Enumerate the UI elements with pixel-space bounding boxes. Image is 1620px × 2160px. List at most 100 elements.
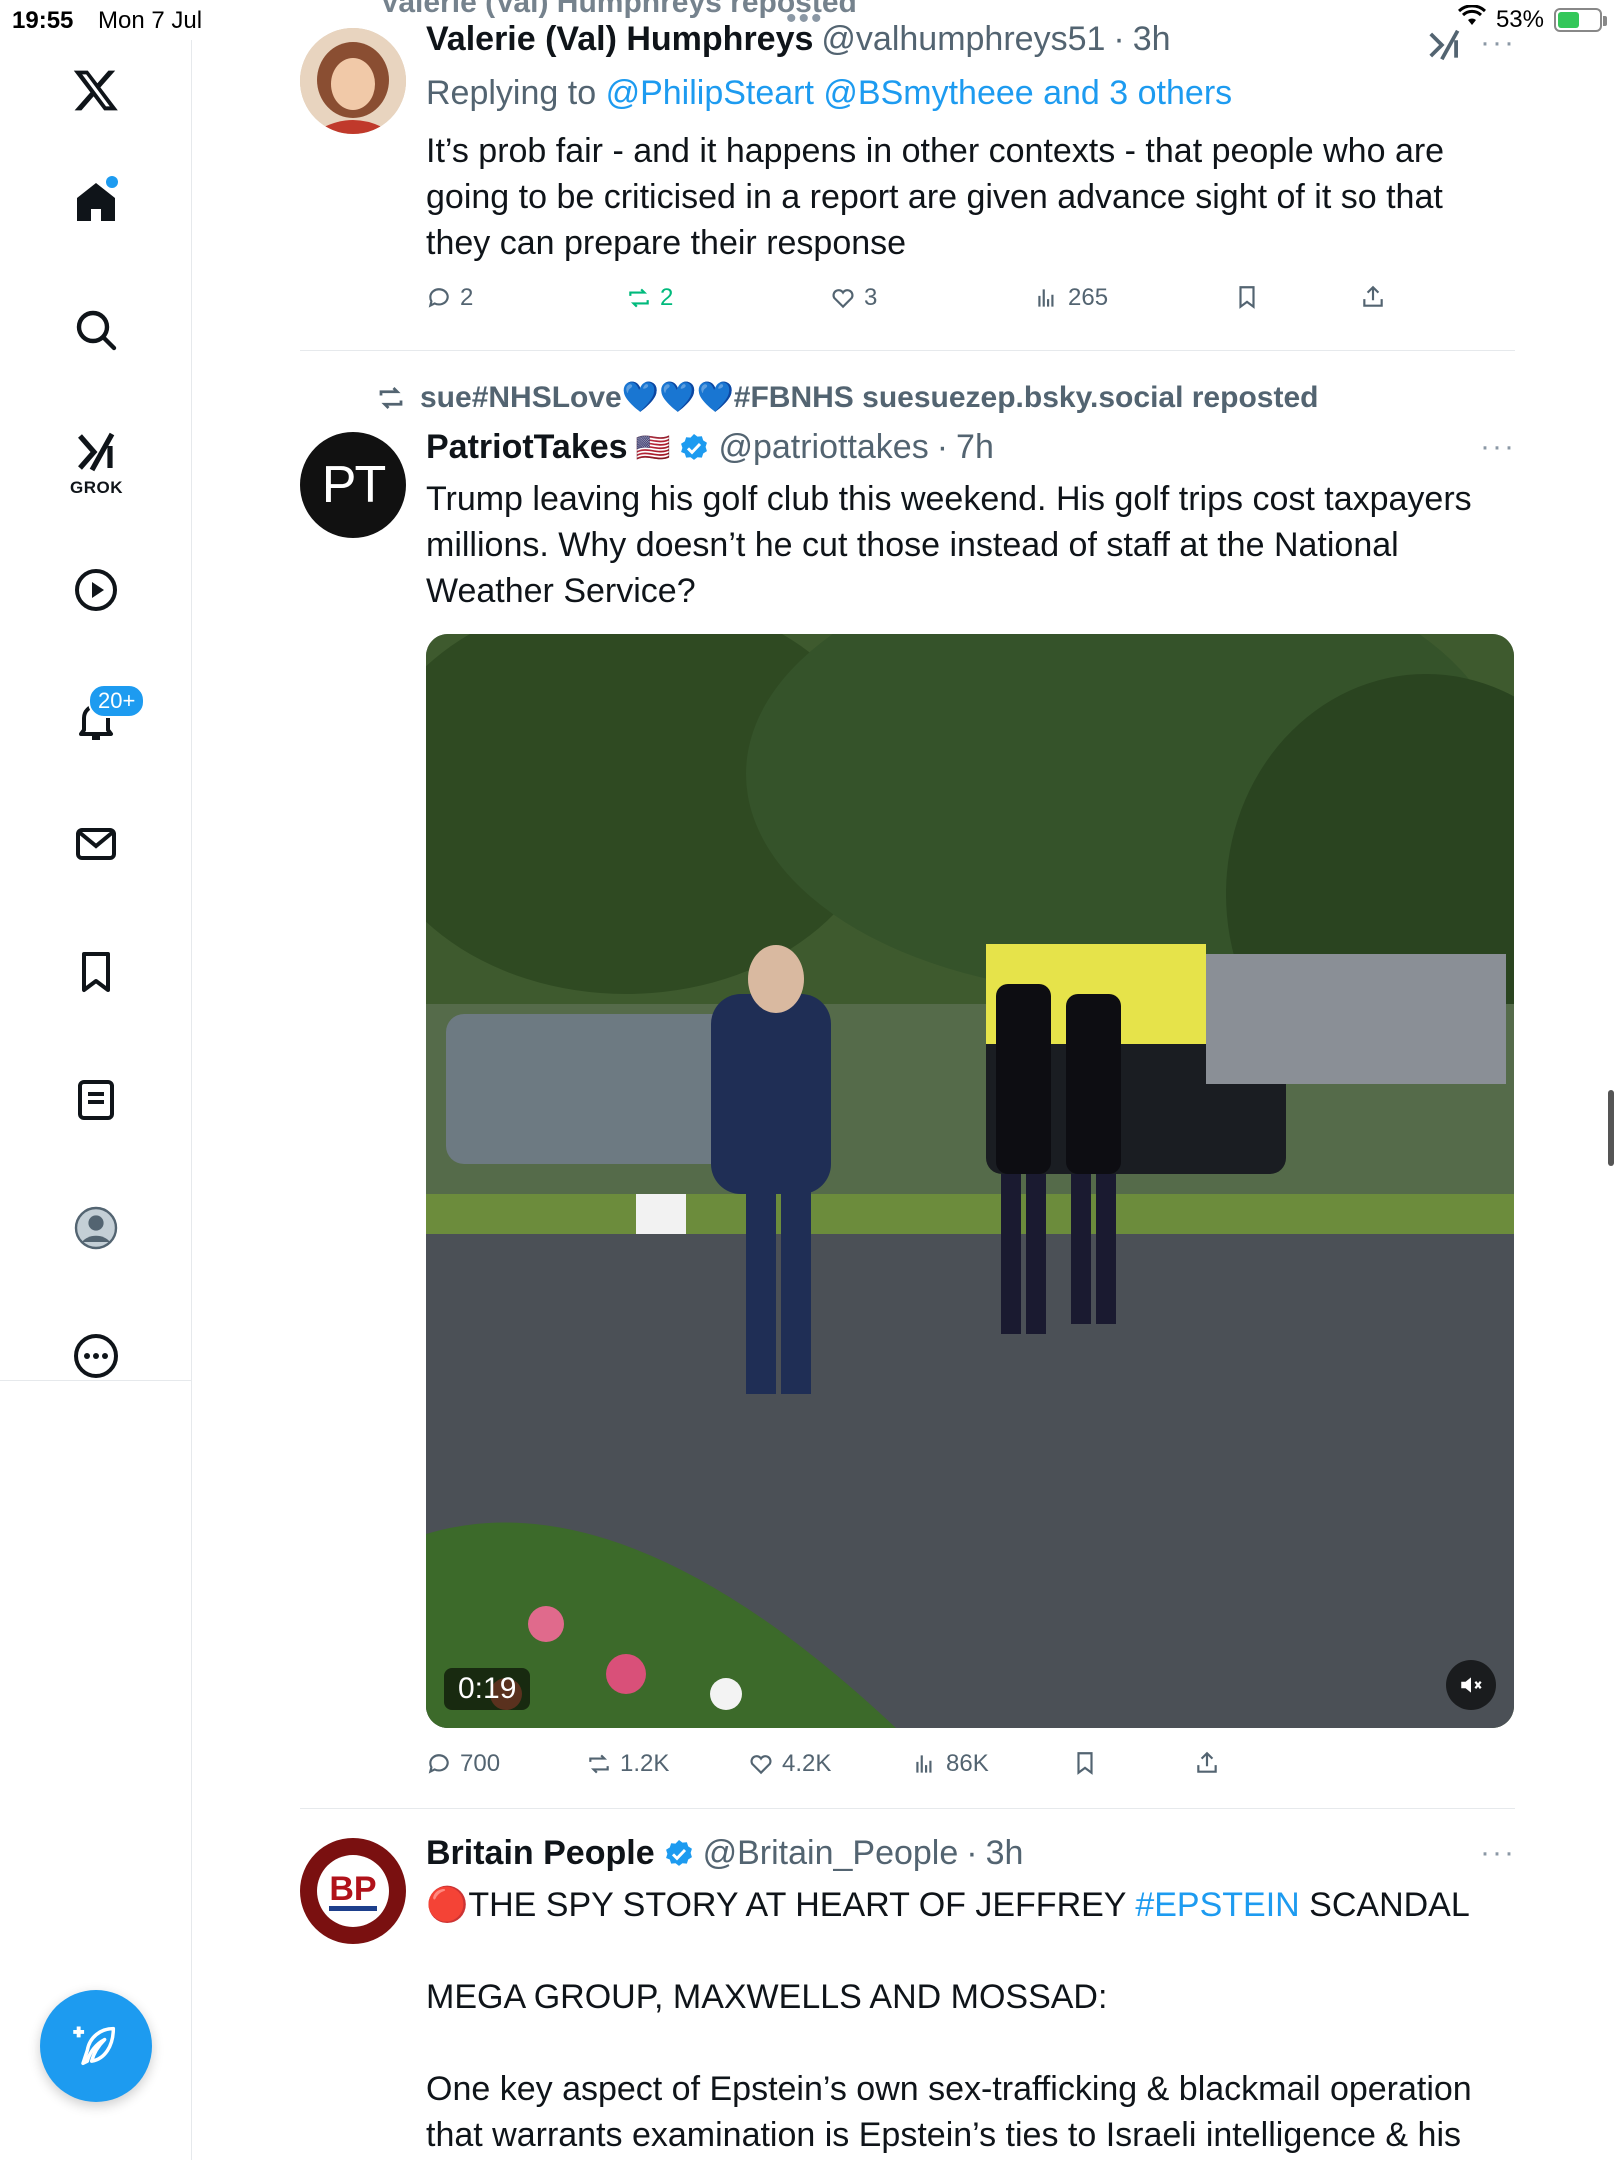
lists-nav-item[interactable]	[62, 1066, 130, 1134]
mute-button[interactable]	[1446, 1660, 1496, 1710]
tweet-time[interactable]: 3h	[1133, 20, 1171, 59]
author-handle[interactable]: @patriottakes	[718, 428, 928, 467]
author-handle[interactable]: @Britain_People	[703, 1834, 959, 1873]
reply-button[interactable]: 2	[426, 284, 473, 312]
tweet-more-icon[interactable]: ···	[1480, 430, 1516, 464]
tweet-headline: 🔴THE SPY STORY AT HEART OF JEFFREY #EPST…	[426, 1882, 1516, 1928]
author-handle[interactable]: @valhumphreys51	[821, 20, 1105, 59]
replying-to: Replying to @PhilipSteart @BSmytheee and…	[426, 70, 1506, 116]
bookmark-button[interactable]	[1072, 1750, 1098, 1776]
home-nav-item[interactable]	[62, 168, 130, 236]
tweet-actions: 700 1.2K 4.2K 86K	[426, 1750, 1426, 1780]
avatar[interactable]: PT	[300, 432, 406, 538]
grok-nav-item[interactable]	[62, 418, 130, 486]
author-name[interactable]: PatriotTakes	[426, 428, 628, 467]
repost-count: 2	[660, 284, 674, 311]
headline-suffix: SCANDAL	[1299, 1886, 1470, 1924]
mail-icon	[76, 828, 116, 860]
more-icon	[74, 1334, 118, 1378]
reply-icon	[428, 288, 449, 308]
bookmark-button[interactable]	[1234, 284, 1260, 310]
list-icon	[78, 1080, 114, 1120]
video-frame	[426, 634, 1514, 1728]
like-count: 3	[864, 284, 878, 311]
grok-label: GROK	[70, 478, 123, 497]
views-chart-icon	[1038, 289, 1054, 307]
sidebar-divider	[0, 1380, 192, 1381]
like-button[interactable]: 3	[830, 284, 877, 312]
headline-text: 🔴THE SPY STORY AT HEART OF JEFFREY	[426, 1886, 1136, 1924]
repost-context: sue#NHSLove💙💙💙#FBNHS suesuezep.bsky.soci…	[376, 380, 1318, 415]
share-icon	[1363, 285, 1383, 307]
repost-button[interactable]: 1.2K	[586, 1750, 669, 1778]
heart-icon	[750, 1755, 772, 1775]
avatar[interactable]	[300, 28, 406, 134]
tweet-more-icon[interactable]: ···	[1480, 26, 1516, 60]
profile-icon	[74, 1206, 118, 1250]
bookmark-icon	[82, 952, 110, 992]
video-player[interactable]: 0:19	[426, 634, 1514, 1728]
like-button[interactable]: 4.2K	[748, 1750, 831, 1778]
x-logo-icon[interactable]	[62, 56, 130, 124]
separator-dot: ·	[936, 428, 949, 466]
grok-tweet-icon[interactable]	[1426, 26, 1464, 69]
flag-emoji: 🇺🇸	[635, 432, 671, 463]
repost-button[interactable]: 2	[626, 284, 673, 312]
reply-icon	[428, 1754, 449, 1774]
share-button[interactable]	[1360, 284, 1386, 310]
views-count: 265	[1068, 284, 1109, 311]
repost-icon	[629, 288, 649, 308]
tweet-time[interactable]: 7h	[956, 428, 994, 467]
bookmarks-nav-item[interactable]	[62, 938, 130, 1006]
replying-to-users[interactable]: @PhilipSteart @BSmytheee and 3 others	[606, 74, 1233, 112]
tweet-time[interactable]: 3h	[986, 1834, 1024, 1873]
video-duration: 0:19	[444, 1668, 531, 1710]
battery-icon	[1554, 7, 1607, 32]
author-name[interactable]: Valerie (Val) Humphreys	[426, 20, 813, 59]
avatar[interactable]: BP	[300, 1838, 406, 1944]
reply-button[interactable]: 700	[426, 1750, 500, 1778]
verified-badge-icon	[681, 433, 708, 460]
repost-count: 1.2K	[620, 1750, 670, 1777]
share-icon	[1197, 1751, 1217, 1773]
views-button[interactable]: 265	[1034, 284, 1108, 312]
tweet-divider	[300, 1808, 1515, 1809]
tweet-text: It’s prob fair - and it happens in other…	[426, 132, 1445, 262]
verified-badge-icon	[665, 1839, 692, 1866]
author-name[interactable]: Britain People	[426, 1834, 655, 1873]
hashtag-link[interactable]: #EPSTEIN	[1135, 1886, 1299, 1924]
grok-icon	[78, 432, 115, 472]
search-icon	[76, 310, 117, 351]
scrollbar-thumb[interactable]	[1608, 1090, 1614, 1166]
avatar-initials: PT	[321, 456, 386, 514]
reply-count: 2	[460, 284, 474, 311]
compose-feather-icon	[73, 2026, 116, 2066]
muted-speaker-icon	[1461, 1677, 1482, 1693]
profile-nav-item[interactable]	[62, 1194, 130, 1262]
compose-button[interactable]	[40, 1990, 152, 2102]
tweet-actions: 2 2 3 265	[426, 284, 1426, 314]
views-count: 86K	[946, 1750, 989, 1777]
reposted-by[interactable]: sue#NHSLove💙💙💙#FBNHS suesuezep.bsky.soci…	[420, 380, 1318, 415]
share-button[interactable]	[1194, 1750, 1220, 1776]
reply-count: 700	[460, 1750, 501, 1777]
explore-nav-item[interactable]	[62, 296, 130, 364]
like-count: 4.2K	[782, 1750, 832, 1777]
avatar-initials: BP	[329, 1872, 377, 1911]
bookmark-icon	[1077, 1752, 1093, 1775]
replying-prefix: Replying to	[426, 74, 597, 112]
tweet-header: PatriotTakes 🇺🇸 @patriottakes · 7h	[426, 428, 994, 467]
status-date: Mon 7 Jul	[98, 7, 203, 34]
heart-icon	[832, 289, 854, 309]
messages-nav-item[interactable]	[62, 810, 130, 878]
notifications-count-badge: 20+	[88, 684, 146, 718]
video-nav-item[interactable]	[62, 556, 130, 624]
video-icon	[75, 569, 117, 611]
tweet-header: Britain People @Britain_People · 3h	[426, 1834, 1023, 1873]
tweet-subheading: MEGA GROUP, MAXWELLS AND MOSSAD:	[426, 1978, 1108, 2016]
tweet-more-icon[interactable]: ···	[1480, 1836, 1516, 1870]
home-unread-dot	[106, 176, 118, 188]
repost-icon	[589, 1754, 609, 1774]
views-button[interactable]: 86K	[912, 1750, 989, 1778]
separator-dot: ·	[1113, 20, 1125, 58]
